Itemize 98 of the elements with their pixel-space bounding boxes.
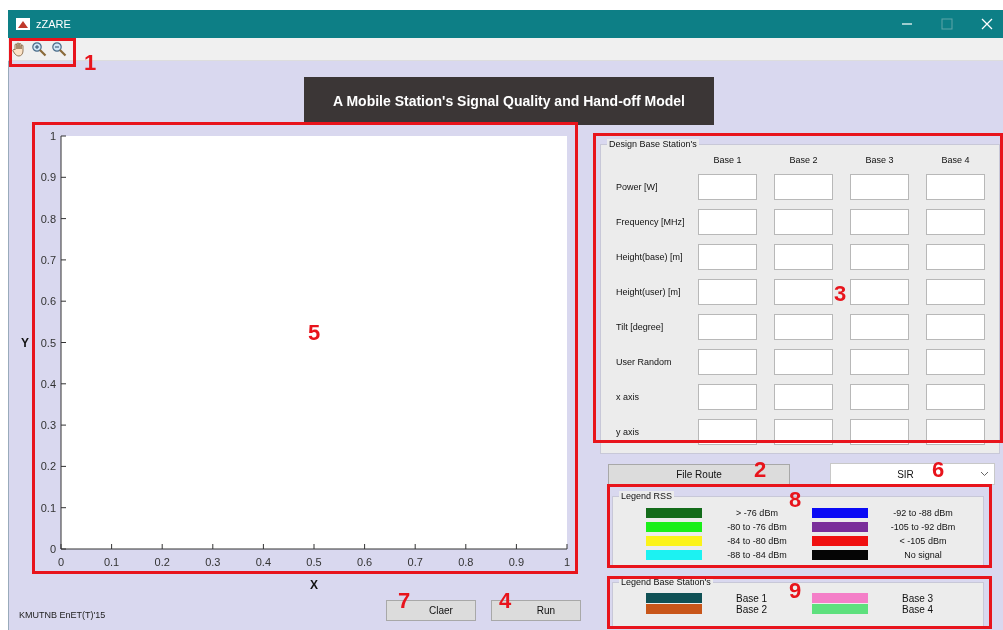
row-label: Height(user) [m] xyxy=(616,287,681,297)
input-field[interactable] xyxy=(698,244,757,270)
input-field[interactable] xyxy=(698,174,757,200)
close-icon[interactable] xyxy=(981,18,993,30)
row-label: x axis xyxy=(616,392,640,402)
legend-label: Base 4 xyxy=(901,603,935,615)
tick-label: 0.3 xyxy=(40,419,56,432)
row-label: y axis xyxy=(616,427,640,437)
legend-label: -84 to -80 dBm xyxy=(726,535,788,546)
caret-icon xyxy=(980,471,989,477)
tick-label: 0.9 xyxy=(40,171,56,184)
input-field[interactable] xyxy=(850,349,909,375)
row-label: Height(base) [m] xyxy=(616,252,681,262)
callout-number: 9 xyxy=(789,580,802,602)
row-label: Tilt [degree] xyxy=(616,322,665,332)
callout-number: 1 xyxy=(84,52,97,74)
row-label: User Random xyxy=(616,357,673,367)
tick-label: 0.4 xyxy=(255,556,272,568)
input-field[interactable] xyxy=(774,244,833,270)
legend-label: Base 3 xyxy=(901,592,935,604)
tick-label: 0.5 xyxy=(306,556,322,568)
input-field[interactable] xyxy=(698,349,757,375)
tick-label: 0.2 xyxy=(154,556,170,568)
input-field[interactable] xyxy=(698,279,757,305)
input-field[interactable] xyxy=(850,244,909,270)
axis-label: Y xyxy=(21,335,29,350)
input-field[interactable] xyxy=(774,279,833,305)
input-field[interactable] xyxy=(774,384,833,410)
panel-title: Legend Base Station's xyxy=(619,577,713,587)
row-label: Power [W] xyxy=(616,182,659,192)
tick-label: 1 xyxy=(563,556,571,568)
legend-label: Base 2 xyxy=(735,603,769,615)
credit-text: KMUTNB EnET(T)'15 xyxy=(19,610,107,620)
tick-label: 0.3 xyxy=(205,556,221,568)
tick-label: 0.8 xyxy=(40,212,56,225)
legend-label: -105 to -92 dBm xyxy=(889,521,957,532)
input-field[interactable] xyxy=(850,419,909,445)
legend-label: No signal xyxy=(903,549,943,560)
input-field[interactable] xyxy=(926,314,985,340)
callout-number: 3 xyxy=(834,283,847,305)
maximize-icon[interactable] xyxy=(941,18,953,30)
input-field[interactable] xyxy=(926,349,985,375)
column-header: Base 2 xyxy=(788,155,819,165)
input-field[interactable] xyxy=(774,419,833,445)
input-field[interactable] xyxy=(850,209,909,235)
input-field[interactable] xyxy=(698,384,757,410)
window-title: zZARE xyxy=(36,18,71,30)
column-header: Base 3 xyxy=(864,155,895,165)
input-field[interactable] xyxy=(926,279,985,305)
tick-label: 0.1 xyxy=(103,556,120,568)
tick-label: 0.7 xyxy=(40,253,56,266)
tick-label: 0.4 xyxy=(40,377,56,390)
input-field[interactable] xyxy=(850,279,909,305)
tick-label: 0.6 xyxy=(356,556,373,568)
input-field[interactable] xyxy=(926,419,985,445)
input-field[interactable] xyxy=(698,314,757,340)
input-field[interactable] xyxy=(698,209,757,235)
input-field[interactable] xyxy=(774,314,833,340)
callout-number: 8 xyxy=(789,489,802,511)
callout-number: 5 xyxy=(308,322,321,344)
callout-frame xyxy=(9,38,76,67)
tick-label: 0.6 xyxy=(40,295,56,308)
column-header: Base 4 xyxy=(940,155,971,165)
legend-label: > -76 dBm xyxy=(735,507,779,518)
panel-title: Legend RSS xyxy=(619,491,675,501)
input-field[interactable] xyxy=(926,384,985,410)
input-field[interactable] xyxy=(774,349,833,375)
zoom-out-icon[interactable] xyxy=(51,41,67,57)
axis-label: X xyxy=(310,578,318,592)
tick-label: 0.8 xyxy=(458,556,474,568)
input-field[interactable] xyxy=(774,174,833,200)
input-field[interactable] xyxy=(926,209,985,235)
tick-label: 0.7 xyxy=(407,556,423,568)
legend-label: -92 to -88 dBm xyxy=(892,507,954,518)
tick-label: 0.9 xyxy=(508,556,525,568)
tick-label: 0 xyxy=(49,543,56,555)
input-field[interactable] xyxy=(698,419,757,445)
tick-label: 1 xyxy=(49,130,56,142)
hand-icon[interactable] xyxy=(11,41,27,57)
input-field[interactable] xyxy=(926,174,985,200)
tick-label: 0.1 xyxy=(40,501,56,514)
input-field[interactable] xyxy=(850,174,909,200)
tick-label: 0 xyxy=(57,556,65,568)
tick-label: 0.5 xyxy=(40,336,56,349)
legend-label: < -105 dBm xyxy=(898,535,948,546)
panel-title: Design Base Station's xyxy=(607,139,699,149)
banner-title: A Mobile Station's Signal Quality and Hand-off Model xyxy=(304,77,714,125)
app-icon xyxy=(16,18,30,30)
zoom-in-icon[interactable] xyxy=(31,41,47,57)
legend-label: -80 to -76 dBm xyxy=(726,521,788,532)
input-field[interactable] xyxy=(850,384,909,410)
input-field[interactable] xyxy=(774,209,833,235)
input-field[interactable] xyxy=(926,244,985,270)
tick-label: 0.2 xyxy=(40,460,56,473)
legend-label: -88 to -84 dBm xyxy=(726,549,788,560)
legend-label: Base 1 xyxy=(735,592,769,604)
input-field[interactable] xyxy=(850,314,909,340)
column-header: Base 1 xyxy=(712,155,743,165)
